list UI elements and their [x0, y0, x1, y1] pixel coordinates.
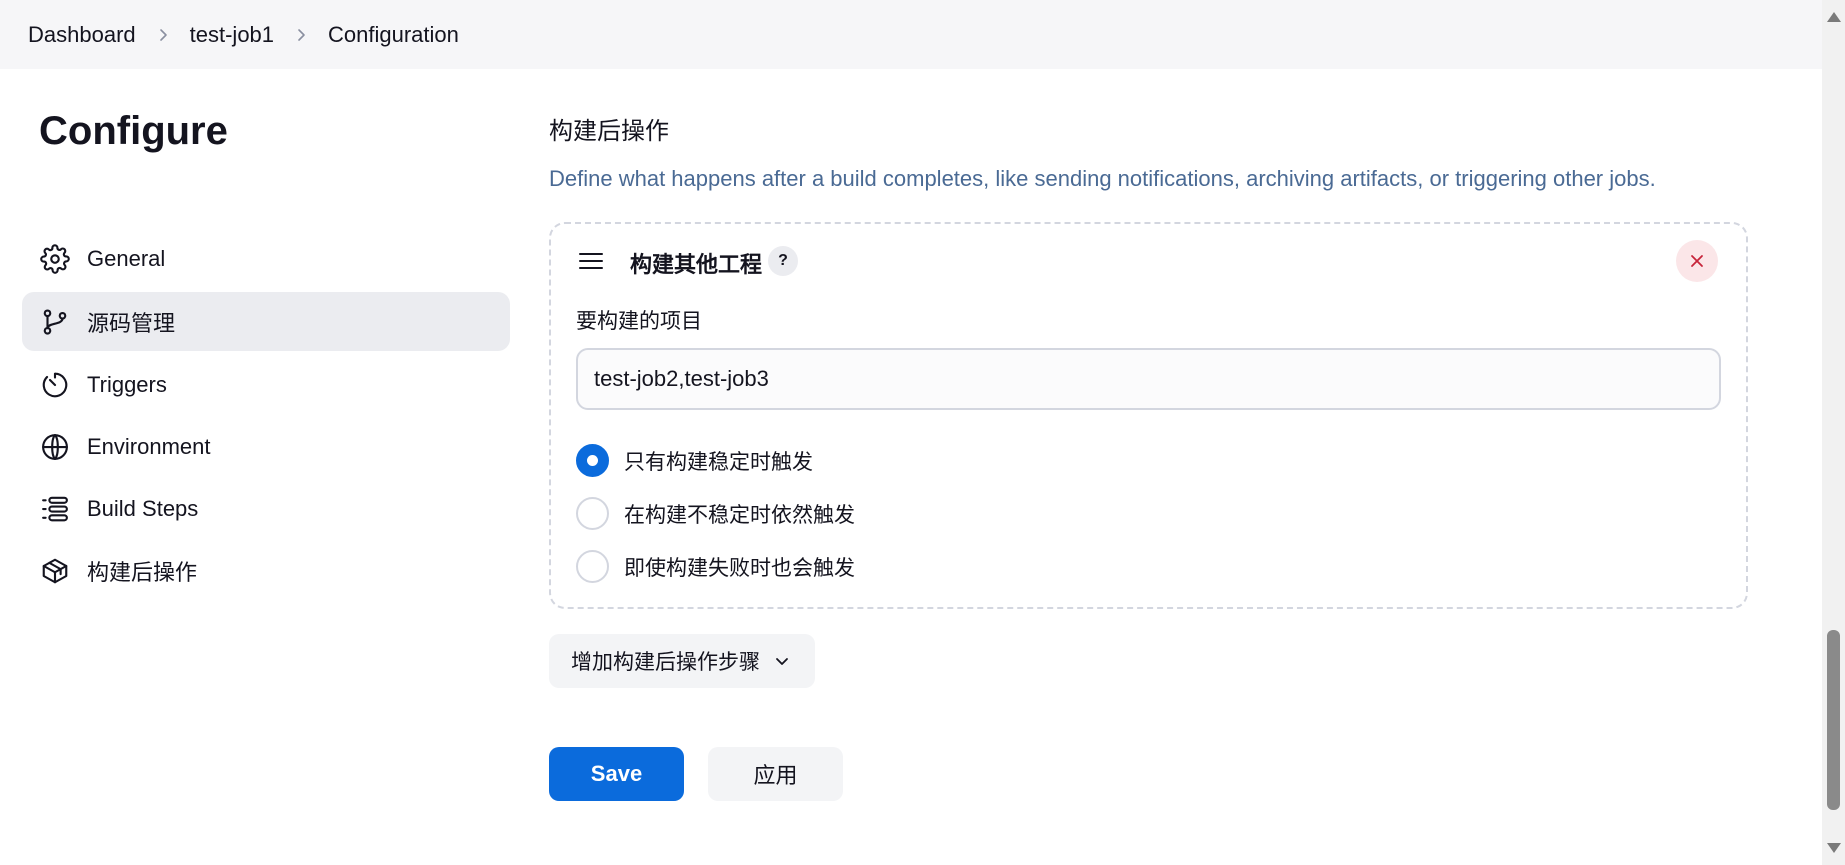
- radio-label: 在构建不稳定时依然触发: [624, 503, 855, 527]
- sidebar-item-build-steps[interactable]: Build Steps: [22, 479, 510, 538]
- save-button[interactable]: Save: [549, 747, 684, 801]
- globe-icon: [39, 431, 71, 463]
- scroll-thumb[interactable]: [1827, 630, 1840, 810]
- add-step-label: 增加构建后操作步骤: [571, 651, 760, 674]
- list-icon: [39, 493, 71, 525]
- radio-button[interactable]: [576, 444, 609, 477]
- add-post-build-step-button[interactable]: 增加构建后操作步骤: [549, 634, 815, 688]
- sidebar-item-label: Triggers: [87, 371, 167, 397]
- page-title: Configure: [39, 109, 228, 153]
- chevron-right-icon: [274, 28, 328, 42]
- projects-input[interactable]: [576, 348, 1721, 410]
- chevron-down-icon: [776, 658, 788, 665]
- radio-label: 即使构建失败时也会触发: [624, 556, 855, 580]
- chevron-right-icon: [136, 28, 190, 42]
- help-button[interactable]: ?: [768, 246, 798, 276]
- scrollbar[interactable]: [1822, 0, 1845, 865]
- drag-handle-icon[interactable]: [578, 250, 604, 272]
- radio-button[interactable]: [576, 497, 609, 530]
- remove-step-button[interactable]: [1676, 240, 1718, 282]
- radio-label: 只有构建稳定时触发: [624, 450, 813, 474]
- radio-button[interactable]: [576, 550, 609, 583]
- sidebar-item-source-control[interactable]: 源码管理: [22, 292, 510, 351]
- gear-icon: [39, 243, 71, 275]
- breadcrumb-job[interactable]: test-job1: [190, 22, 274, 48]
- sidebar-item-post-build[interactable]: 构建后操作: [22, 541, 510, 600]
- sidebar-item-label: Build Steps: [87, 495, 199, 521]
- scroll-down-icon[interactable]: [1827, 843, 1841, 853]
- radio-trigger-unstable[interactable]: 在构建不稳定时依然触发: [576, 497, 855, 530]
- timer-icon: [39, 369, 71, 401]
- sidebar-item-label: Environment: [87, 433, 211, 459]
- apply-button[interactable]: 应用: [708, 747, 843, 801]
- breadcrumb-configuration[interactable]: Configuration: [328, 22, 459, 48]
- radio-trigger-failed[interactable]: 即使构建失败时也会触发: [576, 550, 855, 583]
- sidebar-item-label: 源码管理: [87, 310, 176, 336]
- breadcrumb-dashboard[interactable]: Dashboard: [28, 22, 136, 48]
- scroll-up-icon[interactable]: [1827, 12, 1841, 22]
- section-description: Define what happens after a build comple…: [549, 166, 1656, 191]
- sidebar-item-triggers[interactable]: Triggers: [22, 355, 510, 414]
- radio-trigger-stable[interactable]: 只有构建稳定时触发: [576, 444, 813, 477]
- step-title: 构建其他工程: [630, 252, 763, 277]
- projects-field-label: 要构建的项目: [576, 310, 702, 333]
- package-icon: [39, 555, 71, 587]
- sidebar-item-label: 构建后操作: [87, 559, 198, 585]
- sidebar-item-general[interactable]: General: [22, 229, 510, 288]
- git-branch-icon: [39, 306, 71, 338]
- section-heading: 构建后操作: [549, 118, 669, 145]
- sidebar-item-label: General: [87, 245, 166, 271]
- close-icon: [1691, 255, 1703, 267]
- post-build-step-card: 构建其他工程 ? 要构建的项目 只有构建稳定时触发 在构建不稳定时依然触发 即使…: [549, 222, 1748, 609]
- sidebar-item-environment[interactable]: Environment: [22, 417, 510, 476]
- breadcrumb: Dashboard test-job1 Configuration: [0, 0, 1822, 69]
